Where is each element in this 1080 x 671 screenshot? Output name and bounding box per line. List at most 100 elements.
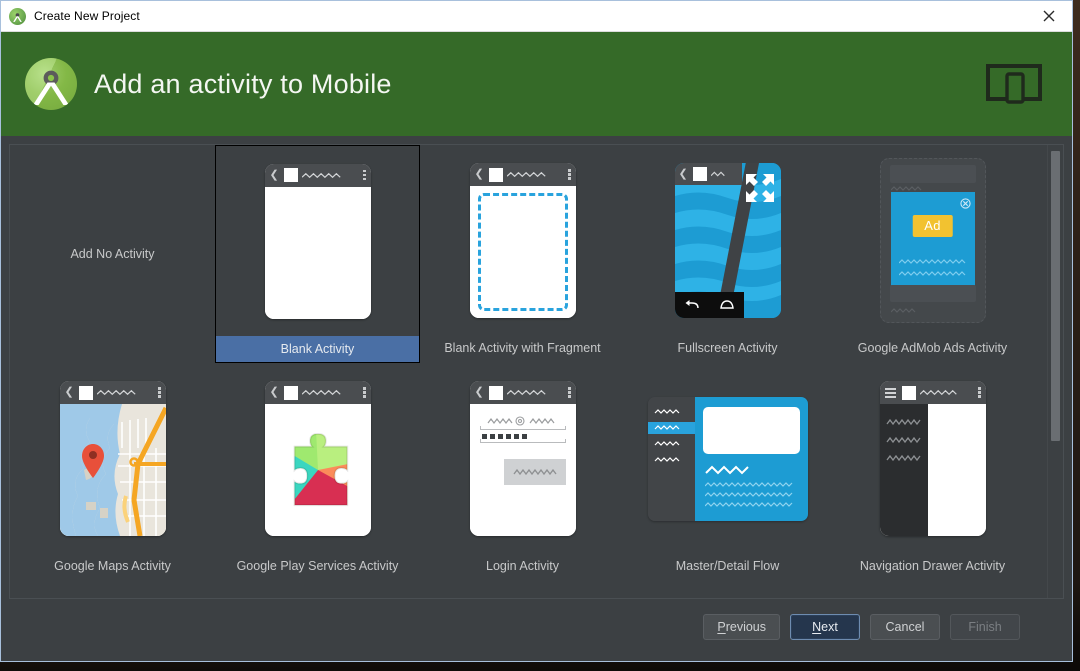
title-placeholder-icon bbox=[506, 171, 546, 178]
navigation-drawer bbox=[879, 404, 929, 536]
ad-card: Ad bbox=[890, 192, 975, 290]
home-icon bbox=[720, 300, 734, 309]
drawer-item bbox=[885, 413, 929, 426]
activity-gallery: Add No Activity ❮ Blank Activity ❮ Blank… bbox=[9, 144, 1064, 599]
back-arrow-icon bbox=[685, 300, 699, 309]
next-button-label: ext bbox=[821, 619, 838, 634]
phone-screen bbox=[59, 404, 166, 536]
app-icon bbox=[283, 385, 298, 400]
bottom-placeholder-bar bbox=[889, 285, 976, 302]
app-icon bbox=[901, 385, 916, 400]
finish-button: Finish bbox=[950, 614, 1020, 640]
activity-cell-google-admob-ads-activity[interactable]: Ad Google AdMob Ads Activity bbox=[830, 145, 1035, 363]
password-field-underline bbox=[479, 439, 566, 443]
list-item bbox=[648, 406, 695, 418]
action-bar: ❮ bbox=[264, 381, 371, 404]
activity-cell-blank-activity[interactable]: ❮ Blank Activity bbox=[215, 145, 420, 363]
thumbnail-master-detail-flow bbox=[625, 363, 830, 554]
previous-button[interactable]: Previous bbox=[703, 614, 780, 640]
back-chevron-icon: ❮ bbox=[474, 386, 484, 398]
ad-text-line-icon bbox=[898, 259, 965, 264]
activity-cell-blank-activity-with-fragment[interactable]: ❮ Blank Activity with Fragment bbox=[420, 145, 625, 363]
ad-text-line-icon bbox=[898, 271, 965, 276]
page-title: Add an activity to Mobile bbox=[94, 68, 392, 99]
previous-button-mnemonic: P bbox=[717, 619, 726, 634]
activity-label: Master/Detail Flow bbox=[675, 559, 780, 573]
activity-cell-navigation-drawer-activity[interactable]: Navigation Drawer Activity bbox=[830, 363, 1035, 581]
gallery-row: Add No Activity ❮ Blank Activity ❮ Blank… bbox=[10, 145, 1047, 363]
title-bar: Create New Project bbox=[1, 1, 1072, 32]
button-label-placeholder-icon bbox=[512, 468, 557, 475]
phone-mock: ❮ bbox=[469, 163, 576, 318]
activity-cell-add-no-activity[interactable]: Add No Activity bbox=[10, 145, 215, 363]
list-item-placeholder-icon bbox=[654, 409, 679, 414]
dialog-footer: Previous Next Cancel Finish bbox=[9, 599, 1064, 661]
activity-cell-fullscreen-activity[interactable]: ❮ Fullscreen Activity bbox=[625, 145, 830, 363]
detail-text-placeholder-icon bbox=[704, 491, 792, 497]
back-chevron-icon: ❮ bbox=[474, 168, 484, 180]
thumbnail-empty: Add No Activity bbox=[10, 145, 215, 363]
android-studio-icon bbox=[9, 7, 26, 25]
navigation-bar bbox=[674, 292, 745, 318]
close-icon bbox=[959, 196, 971, 214]
master-list bbox=[647, 396, 695, 521]
app-icon bbox=[283, 168, 298, 182]
activity-label: Google Maps Activity bbox=[54, 559, 171, 573]
activity-label: Blank Activity bbox=[216, 336, 419, 362]
activity-cell-google-maps-activity[interactable]: ❮ Google Maps Activity bbox=[10, 363, 215, 581]
thumbnail-blank-activity: ❮ bbox=[216, 146, 419, 336]
cancel-button[interactable]: Cancel bbox=[870, 614, 940, 640]
title-placeholder-icon bbox=[919, 389, 957, 396]
fragment-outline bbox=[477, 193, 568, 311]
detail-pane bbox=[694, 396, 808, 521]
previous-button-label: revious bbox=[725, 619, 766, 634]
detail-heading-placeholder-icon bbox=[704, 465, 749, 474]
thumbnail-admob-activity: Ad bbox=[830, 145, 1035, 336]
overflow-menu-icon bbox=[363, 387, 366, 398]
vertical-scrollbar[interactable] bbox=[1047, 145, 1063, 598]
android-studio-logo bbox=[25, 58, 77, 110]
mobile-device-icon bbox=[986, 63, 1042, 105]
gallery-row: ❮ Google Maps Activity ❮ Google Play Ser… bbox=[10, 363, 1047, 581]
text-placeholder-icon bbox=[890, 308, 915, 313]
tablet-mock bbox=[647, 396, 808, 521]
thumbnail-navigation-drawer-activity bbox=[830, 363, 1035, 554]
activity-label: Fullscreen Activity bbox=[677, 341, 778, 355]
activity-label: Blank Activity with Fragment bbox=[444, 341, 601, 355]
scrollbar-thumb[interactable] bbox=[1051, 151, 1060, 441]
thumbnail-login-activity: ❮ bbox=[420, 363, 625, 554]
next-button[interactable]: Next bbox=[790, 614, 860, 640]
drawer-item-placeholder-icon bbox=[885, 436, 921, 444]
title-placeholder-icon bbox=[710, 171, 725, 177]
top-placeholder-bar bbox=[889, 165, 976, 183]
drawer-item-placeholder-icon bbox=[885, 418, 921, 426]
title-placeholder-icon bbox=[506, 389, 546, 396]
list-item-placeholder-icon bbox=[654, 457, 679, 462]
activity-cell-google-play-services-activity[interactable]: ❮ Google Play Services Activity bbox=[215, 363, 420, 581]
phone-mock: ❮ bbox=[264, 163, 371, 319]
email-field-placeholder-icon bbox=[487, 416, 554, 426]
activity-label: Google AdMob Ads Activity bbox=[857, 341, 1008, 355]
detail-text-placeholder-icon bbox=[704, 501, 792, 507]
action-bar: ❮ bbox=[264, 163, 371, 187]
phone-mock bbox=[879, 381, 986, 536]
create-new-project-dialog: Create New Project Add an activity to Mo… bbox=[0, 0, 1073, 662]
activity-cell-login-activity[interactable]: ❮ Login Activity bbox=[420, 363, 625, 581]
dialog-content: Add No Activity ❮ Blank Activity ❮ Blank… bbox=[1, 136, 1072, 661]
hamburger-menu-icon bbox=[884, 387, 896, 398]
activity-cell-master-detail-flow[interactable]: Master/Detail Flow bbox=[625, 363, 830, 581]
next-button-mnemonic: N bbox=[812, 619, 822, 634]
phone-mock: ❮ bbox=[469, 381, 576, 536]
phone-mock: Ad bbox=[879, 158, 986, 323]
action-bar: ❮ bbox=[469, 163, 576, 186]
overflow-menu-icon bbox=[978, 387, 981, 398]
list-item-placeholder-icon bbox=[654, 441, 679, 446]
sign-in-button bbox=[503, 459, 566, 485]
overflow-menu-icon bbox=[158, 387, 161, 398]
action-bar: ❮ bbox=[469, 381, 576, 404]
app-icon bbox=[488, 167, 503, 182]
phone-screen bbox=[879, 404, 986, 536]
close-icon[interactable] bbox=[1026, 1, 1072, 31]
password-field-dots bbox=[481, 434, 566, 439]
activity-label: Navigation Drawer Activity bbox=[859, 559, 1006, 573]
